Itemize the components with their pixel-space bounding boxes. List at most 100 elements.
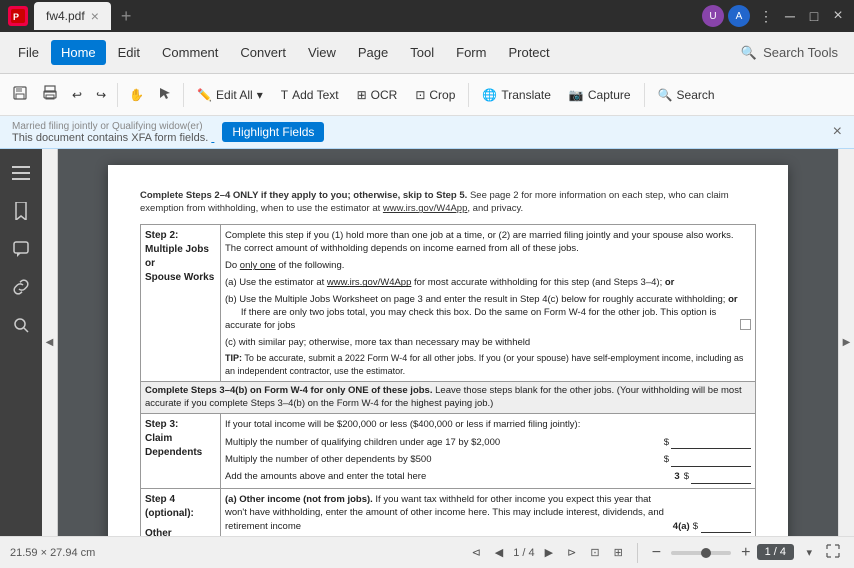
sidebar-icon-search[interactable] xyxy=(5,309,37,341)
edit-all-label: Edit All xyxy=(216,88,253,102)
statusbar-separator xyxy=(637,543,638,563)
highlight-fields-button[interactable]: Highlight Fields xyxy=(222,122,324,142)
titlebar-right: U A ⋮ ─ □ × xyxy=(702,5,846,27)
step-2-title: Multiple Jobs orSpouse Works xyxy=(145,243,216,285)
next-page-button[interactable]: ▶ xyxy=(541,544,557,561)
prev-page-button[interactable]: ◀ xyxy=(491,544,507,561)
profile-icon-1[interactable]: U xyxy=(702,5,724,27)
search-button[interactable]: 🔍 Search xyxy=(650,84,723,106)
toolbar: ↩ ↪ ✋ ✏️ Edit All ▾ T Add Text ⊞ OCR ⊡ C… xyxy=(0,74,854,116)
right-panel-toggle[interactable]: ▶ xyxy=(838,149,854,536)
menu-page[interactable]: Page xyxy=(348,40,398,65)
fit-width-button[interactable]: ⊞ xyxy=(610,544,627,561)
sidebar-icon-menu[interactable] xyxy=(5,157,37,189)
tab-close-button[interactable]: × xyxy=(91,8,99,24)
page-info: 1 / 4 xyxy=(513,547,534,559)
more-options-button[interactable]: ⋮ xyxy=(758,8,774,24)
translate-button[interactable]: 🌐 Translate xyxy=(474,84,559,106)
pdf-area[interactable]: Complete Steps 2–4 ONLY if they apply to… xyxy=(58,149,838,536)
step-2-label: Step 2: xyxy=(145,229,216,243)
print-button[interactable] xyxy=(36,81,64,108)
profile-icon-2[interactable]: A xyxy=(728,5,750,27)
restore-button[interactable]: □ xyxy=(806,8,822,24)
redo-icon: ↪ xyxy=(96,88,106,102)
print-icon xyxy=(42,85,58,104)
menu-tool[interactable]: Tool xyxy=(400,40,444,65)
step-4-table: Step 4 (optional): OtherAdjustments (a) … xyxy=(140,489,756,536)
notification-close-button[interactable]: × xyxy=(833,123,842,141)
left-sidebar xyxy=(0,149,42,536)
menu-file[interactable]: File xyxy=(8,40,49,65)
step-2-c: (c) with similar pay; otherwise, more ta… xyxy=(225,336,751,349)
ocr-label: OCR xyxy=(371,88,398,102)
notification-bar: Married filing jointly or Qualifying wid… xyxy=(0,116,854,149)
sidebar-icon-link[interactable] xyxy=(5,271,37,303)
add-text-button[interactable]: T Add Text xyxy=(273,84,347,106)
ocr-button[interactable]: ⊞ OCR xyxy=(349,84,406,106)
menu-comment[interactable]: Comment xyxy=(152,40,228,65)
camera-icon: 📷 xyxy=(569,88,584,102)
step-2-body: Complete this step if you (1) hold more … xyxy=(225,229,751,256)
toolbar-separator-1 xyxy=(117,83,118,107)
add-text-icon: T xyxy=(281,88,288,102)
titlebar-left: P fw4.pdf × + xyxy=(8,2,131,30)
edit-all-button[interactable]: ✏️ Edit All ▾ xyxy=(189,84,271,106)
zoom-dropdown[interactable]: ▾ xyxy=(802,544,816,561)
left-panel-toggle[interactable]: ◀ xyxy=(42,149,58,536)
notification-link[interactable] xyxy=(211,132,214,144)
zoom-in-button[interactable]: + xyxy=(737,542,754,564)
translate-icon: 🌐 xyxy=(482,88,497,102)
app-icon: P xyxy=(8,6,28,26)
menu-convert[interactable]: Convert xyxy=(230,40,296,65)
search-tools-button[interactable]: 🔍 Search Tools xyxy=(733,41,846,65)
save-icon xyxy=(12,85,28,104)
select-button[interactable] xyxy=(152,82,178,107)
undo-icon: ↩ xyxy=(72,88,82,102)
menu-view[interactable]: View xyxy=(298,40,346,65)
ocr-icon: ⊞ xyxy=(357,88,367,102)
undo-button[interactable]: ↩ xyxy=(66,84,88,106)
step-3-row1: Multiply the number of qualifying childr… xyxy=(225,435,751,449)
add-text-label: Add Text xyxy=(292,88,338,102)
capture-label: Capture xyxy=(588,88,631,102)
notification-text: Married filing jointly or Qualifying wid… xyxy=(12,120,214,144)
search-icon: 🔍 xyxy=(658,88,673,102)
step-2-table: Step 2: Multiple Jobs orSpouse Works Com… xyxy=(140,224,756,383)
crop-button[interactable]: ⊡ Crop xyxy=(407,84,463,106)
capture-button[interactable]: 📷 Capture xyxy=(561,84,639,106)
redo-button[interactable]: ↪ xyxy=(90,84,112,106)
step-3-if-note: If your total income will be $200,000 or… xyxy=(225,418,751,431)
zoom-out-button[interactable]: − xyxy=(648,542,665,564)
complete-steps-note: Complete Steps 2–4 ONLY if they apply to… xyxy=(140,189,756,216)
step-4-label2: (optional): xyxy=(145,507,216,521)
search-tools-icon: 🔍 xyxy=(741,45,757,61)
menubar: File Home Edit Comment Convert View Page… xyxy=(0,32,854,74)
toolbar-separator-4 xyxy=(644,83,645,107)
close-button[interactable]: × xyxy=(830,8,846,24)
menu-home[interactable]: Home xyxy=(51,40,106,65)
last-page-button[interactable]: ⊳ xyxy=(563,544,580,561)
new-tab-button[interactable]: + xyxy=(121,6,132,27)
first-page-button[interactable]: ⊲ xyxy=(468,544,485,561)
sidebar-icon-comment[interactable] xyxy=(5,233,37,265)
fit-page-button[interactable]: ⊡ xyxy=(586,544,603,561)
active-tab[interactable]: fw4.pdf × xyxy=(34,2,111,30)
crop-icon: ⊡ xyxy=(415,88,425,102)
married-filing-text: Married filing jointly or Qualifying wid… xyxy=(12,121,203,132)
sidebar-icon-bookmark[interactable] xyxy=(5,195,37,227)
step-2-do-one: Do only one of the following. xyxy=(225,259,751,272)
edit-icon: ✏️ xyxy=(197,88,212,102)
menu-protect[interactable]: Protect xyxy=(498,40,559,65)
crop-label: Crop xyxy=(429,88,455,102)
hand-tool-button[interactable]: ✋ xyxy=(123,84,150,106)
minimize-button[interactable]: ─ xyxy=(782,8,798,24)
menu-edit[interactable]: Edit xyxy=(108,40,150,65)
xfa-notice: This document contains XFA form fields. xyxy=(12,132,208,144)
menu-form[interactable]: Form xyxy=(446,40,496,65)
step-3-table: Complete Steps 3–4(b) on Form W-4 for on… xyxy=(140,382,756,489)
collapse-icon: ◀ xyxy=(46,337,54,348)
zoom-slider[interactable] xyxy=(671,551,731,555)
save-button[interactable] xyxy=(6,81,34,108)
toolbar-separator-2 xyxy=(183,83,184,107)
fullscreen-button[interactable] xyxy=(822,542,844,563)
